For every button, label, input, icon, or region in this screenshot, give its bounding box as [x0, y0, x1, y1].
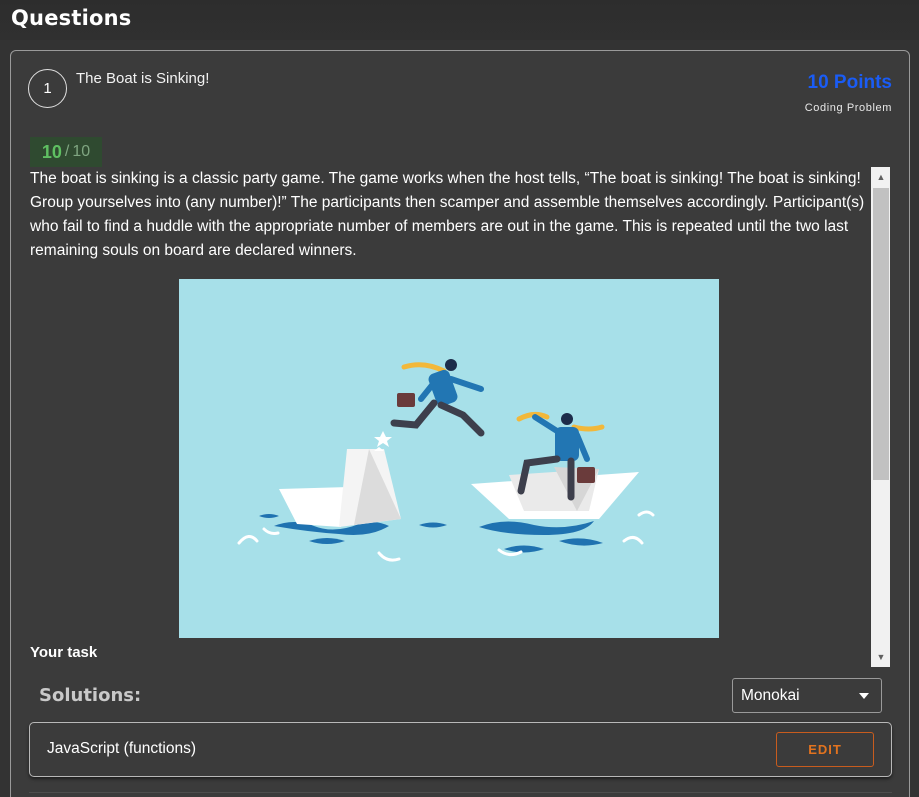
boat-sinking-illustration — [179, 279, 719, 638]
editor-theme-value: Monokai — [741, 687, 800, 704]
question-card: 1 The Boat is Sinking! 10 Points Coding … — [10, 50, 910, 797]
score-earned: 10 — [41, 141, 62, 162]
divider — [29, 792, 892, 793]
score-total: 10 — [72, 143, 91, 160]
scroll-down-arrow-icon[interactable]: ▼ — [871, 648, 890, 666]
edit-solution-button[interactable]: EDIT — [776, 732, 874, 767]
question-type: Coding Problem — [804, 102, 892, 114]
question-title: The Boat is Sinking! — [76, 70, 210, 87]
caret-down-icon — [859, 693, 869, 699]
editor-theme-select[interactable]: Monokai — [732, 678, 882, 713]
score-separator: / — [64, 143, 70, 160]
question-description-panel[interactable]: The boat is sinking is a classic party g… — [30, 167, 890, 667]
solution-item: JavaScript (functions) EDIT — [29, 722, 892, 777]
scroll-up-arrow-icon[interactable]: ▲ — [871, 168, 890, 186]
description-paragraph: The boat is sinking is a classic party g… — [30, 170, 865, 259]
question-points: 10 Points — [807, 72, 892, 93]
task-heading: Your task — [30, 644, 98, 661]
page-title: Questions — [11, 6, 132, 30]
solution-language: JavaScript (functions) — [47, 740, 197, 757]
solutions-label: Solutions: — [39, 685, 142, 706]
description-scrollbar[interactable]: ▲ ▼ — [871, 167, 890, 667]
page-header: Questions — [0, 0, 919, 40]
question-number-badge: 1 — [28, 69, 67, 108]
score-badge: 10 / 10 — [30, 137, 102, 167]
question-description: The boat is sinking is a classic party g… — [30, 167, 868, 661]
scrollbar-thumb[interactable] — [873, 188, 889, 480]
